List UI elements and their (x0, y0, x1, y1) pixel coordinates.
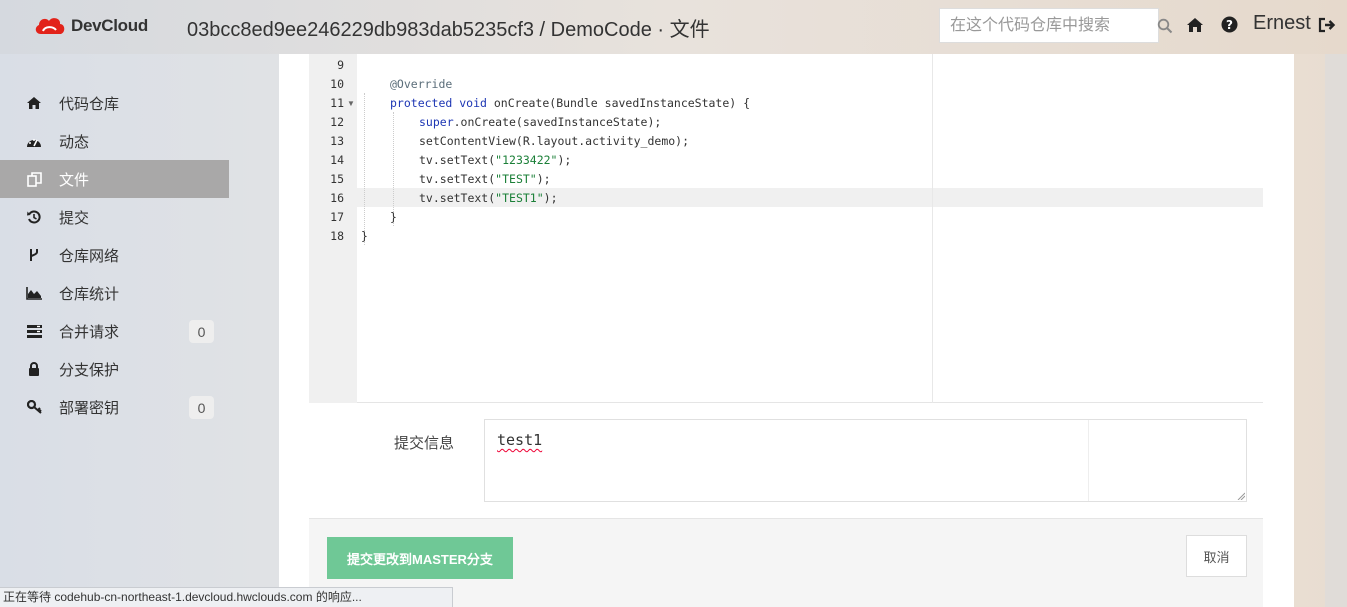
sidebar-item-label: 提交 (59, 209, 90, 227)
code-text: ); (557, 153, 572, 167)
search-input[interactable] (940, 9, 1157, 42)
top-navbar: DevCloud 03bcc8ed9ee246229db983dab5235cf… (0, 0, 1347, 54)
commit-message-row: 提交信息 test1 (309, 404, 1263, 518)
main-panel: 9 10 11 ▼ 12 13 14 15 16 17 18 @Override… (279, 54, 1294, 607)
commit-message-label: 提交信息 (394, 435, 455, 452)
merge-requests-count-badge: 0 (189, 320, 214, 343)
sidebar-item-stats[interactable]: 仓库统计 (0, 274, 229, 312)
code-line: setContentView(R.layout.activity_demo); (419, 134, 690, 148)
line-number: 13 (330, 134, 344, 148)
indent-guide (364, 93, 365, 245)
sidebar-item-label: 文件 (59, 171, 90, 189)
code-line: protected void onCreate(Bundle savedInst… (390, 96, 750, 110)
fork-icon (26, 247, 42, 263)
files-icon (26, 171, 42, 187)
sidebar-item-network[interactable]: 仓库网络 (0, 236, 229, 274)
code-string: "1233422" (495, 153, 558, 167)
commit-to-master-button[interactable]: 提交更改到MASTER分支 (327, 537, 513, 579)
code-text: onCreate(Bundle savedInstanceState) { (486, 96, 751, 110)
code-string: "TEST1" (495, 191, 544, 205)
line-number: 11 (330, 96, 344, 110)
code-text: .onCreate(savedInstanceState); (453, 115, 662, 129)
page-title: 03bcc8ed9ee246229db983dab5235cf3 / DemoC… (187, 19, 710, 41)
sidebar-item-label: 代码仓库 (59, 95, 120, 113)
deploy-keys-count-badge: 0 (189, 396, 214, 419)
home-icon (26, 95, 42, 111)
code-line: tv.setText("TEST"); (419, 172, 551, 186)
sidebar-item-branch-protection[interactable]: 分支保护 (0, 350, 229, 388)
resize-grip-icon[interactable] (1237, 492, 1245, 500)
line-number: 10 (330, 77, 344, 91)
code-line: tv.setText("1233422"); (419, 153, 571, 167)
code-text: ); (543, 191, 558, 205)
cloud-logo-icon (35, 18, 65, 34)
code-text: tv.setText( (419, 191, 496, 205)
devcloud-logo[interactable]: DevCloud (33, 14, 148, 38)
sidebar-item-commits[interactable]: 提交 (0, 198, 229, 236)
line-number: 14 (330, 153, 344, 167)
lock-icon (26, 361, 42, 377)
logo-text: DevCloud (71, 16, 148, 35)
sidebar-item-label: 仓库统计 (59, 285, 120, 303)
code-line: } (390, 210, 397, 224)
sidebar-item-deploy-keys[interactable]: 部署密钥 0 (0, 388, 229, 426)
line-number: 17 (330, 210, 344, 224)
sidebar-item-files[interactable]: 文件 (0, 160, 229, 198)
sidebar-item-label: 部署密钥 (59, 399, 120, 417)
code-line: @Override (390, 77, 453, 91)
commit-message-value: test1 (497, 431, 543, 449)
dashboard-icon (26, 133, 42, 149)
repo-search (939, 8, 1173, 43)
print-margin (932, 54, 933, 403)
code-editor[interactable]: 9 10 11 ▼ 12 13 14 15 16 17 18 @Override… (309, 54, 1263, 403)
code-string: "TEST" (495, 172, 537, 186)
sidebar-item-code-repo[interactable]: 代码仓库 (0, 84, 229, 122)
sidebar-item-label: 仓库网络 (59, 247, 120, 265)
line-number: 18 (330, 229, 344, 243)
page-edge-background (1325, 54, 1347, 607)
browser-status-bar: 正在等待 codehub-cn-northeast-1.devcloud.hwc… (0, 587, 453, 607)
code-text: tv.setText( (419, 153, 496, 167)
key-icon (26, 399, 42, 415)
sign-out-icon[interactable] (1317, 15, 1337, 35)
line-number: 16 (330, 191, 344, 205)
code-keyword: void (459, 96, 487, 110)
home-icon[interactable] (1185, 15, 1205, 35)
sidebar-item-label: 合并请求 (59, 323, 120, 341)
header-actions: ? Ernest (1185, 12, 1347, 35)
line-number: 9 (337, 58, 344, 72)
indent-guide (393, 112, 394, 226)
history-icon (26, 209, 42, 225)
sidebar-item-label: 分支保护 (59, 361, 120, 379)
textarea-divider (1088, 420, 1089, 501)
code-line: super.onCreate(savedInstanceState); (419, 115, 661, 129)
area-chart-icon (26, 285, 42, 301)
sidebar-item-merge-requests[interactable]: 合并请求 0 (0, 312, 229, 350)
line-number: 15 (330, 172, 344, 186)
code-line: } (361, 229, 368, 243)
search-icon[interactable] (1157, 18, 1173, 34)
fold-toggle-icon[interactable]: ▼ (347, 99, 355, 108)
code-text: tv.setText( (419, 172, 496, 186)
svg-text:?: ? (1226, 18, 1233, 32)
merge-list-icon (26, 323, 42, 339)
cancel-button[interactable]: 取消 (1186, 535, 1247, 577)
commit-message-textarea[interactable]: test1 (484, 419, 1247, 502)
code-text: ); (536, 172, 551, 186)
sidebar-item-label: 动态 (59, 133, 90, 151)
sidebar: 代码仓库 动态 文件 提交 仓库网络 仓库统计 合并请求 0 分支保护 部署密钥… (0, 84, 229, 426)
editor-gutter: 9 10 11 ▼ 12 13 14 15 16 17 18 (309, 54, 357, 403)
code-keyword: super (419, 115, 454, 129)
help-icon[interactable]: ? (1219, 15, 1239, 35)
line-number: 12 (330, 115, 344, 129)
user-name[interactable]: Ernest (1253, 12, 1311, 35)
code-line: tv.setText("TEST1"); (419, 191, 558, 205)
code-keyword: protected (390, 96, 453, 110)
sidebar-item-activity[interactable]: 动态 (0, 122, 229, 160)
